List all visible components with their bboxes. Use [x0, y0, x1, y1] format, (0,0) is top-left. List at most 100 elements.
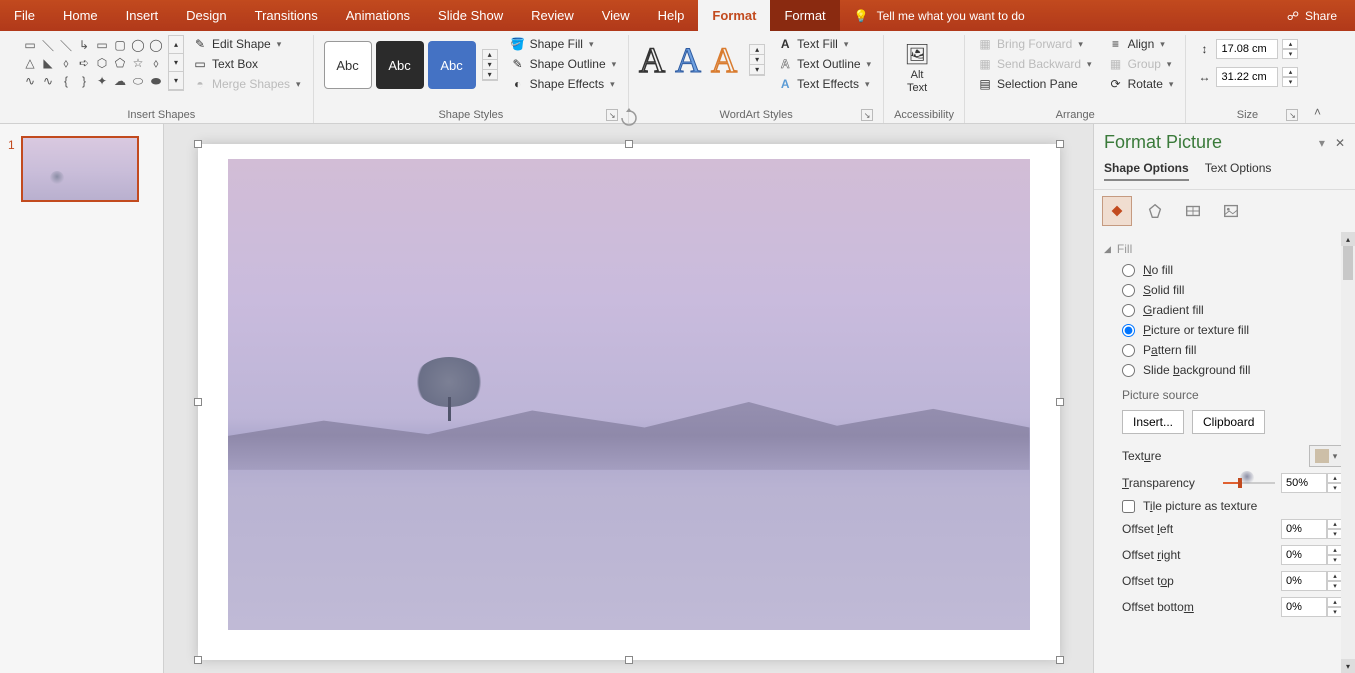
step-down-icon[interactable]: ▾ [1282, 49, 1298, 59]
style-preset-3[interactable]: Abc [428, 41, 476, 89]
tab-home[interactable]: Home [49, 0, 112, 31]
width-input[interactable] [1216, 67, 1278, 87]
shape-fill-button[interactable]: 🪣Shape Fill▾ [508, 35, 619, 53]
resize-handle-tl[interactable] [194, 140, 202, 148]
shape-oval-icon[interactable]: ◯ [130, 37, 146, 53]
share-button[interactable]: ☍ Share [1269, 0, 1355, 31]
tab-slideshow[interactable]: Slide Show [424, 0, 517, 31]
resize-handle-b[interactable] [625, 656, 633, 664]
radio-slide-bg-fill[interactable]: Slide background fill [1104, 360, 1345, 380]
shape-star-icon[interactable]: ☆ [130, 55, 146, 71]
pane-icon-fill[interactable] [1102, 196, 1132, 226]
shape-curve-icon[interactable]: ∿ [22, 73, 38, 89]
shape-more1-icon[interactable]: ◯ [148, 37, 164, 53]
pane-tab-shape-options[interactable]: Shape Options [1104, 161, 1189, 181]
shape-outline-button[interactable]: ✎Shape Outline▾ [508, 55, 619, 73]
style-preset-2[interactable]: Abc [376, 41, 424, 89]
tab-design[interactable]: Design [172, 0, 240, 31]
scroll-down-icon[interactable]: ▾ [483, 60, 497, 70]
resize-handle-tr[interactable] [1056, 140, 1064, 148]
scroll-up-icon[interactable]: ▴ [169, 36, 183, 54]
pane-icon-size[interactable] [1178, 196, 1208, 226]
rotate-button[interactable]: ⟳Rotate▾ [1106, 75, 1176, 93]
tab-format[interactable]: Format [770, 0, 839, 31]
align-button[interactable]: ≡Align▾ [1106, 35, 1176, 53]
tab-view[interactable]: View [588, 0, 644, 31]
height-stepper[interactable]: ▴▾ [1282, 39, 1298, 59]
tab-insert[interactable]: Insert [112, 0, 173, 31]
shape-brace2-icon[interactable]: } [76, 73, 92, 89]
style-preset-1[interactable]: Abc [324, 41, 372, 89]
shape-hex-icon[interactable]: ⬡ [94, 55, 110, 71]
step-down-icon[interactable]: ▾ [1282, 77, 1298, 87]
scroll-up-icon[interactable]: ▴ [750, 45, 764, 55]
shape-rect-icon[interactable]: ▭ [94, 37, 110, 53]
radio-no-fill[interactable]: No fill [1104, 260, 1345, 280]
radio-gradient-fill[interactable]: Gradient fill [1104, 300, 1345, 320]
tab-animations[interactable]: Animations [332, 0, 424, 31]
pane-scrollbar[interactable]: ▴ ▾ [1341, 232, 1355, 673]
offset-left-input[interactable] [1281, 519, 1327, 539]
step-up-icon[interactable]: ▴ [1282, 39, 1298, 49]
offset-top-input[interactable] [1281, 571, 1327, 591]
scroll-down-icon[interactable]: ▾ [169, 54, 183, 72]
radio-pattern-fill[interactable]: Pattern fill [1104, 340, 1345, 360]
gallery-expand-icon[interactable]: ▾ [750, 65, 764, 75]
shape-line2-icon[interactable]: ＼ [58, 37, 74, 53]
shape-curve2-icon[interactable]: ∿ [40, 73, 56, 89]
pane-tab-text-options[interactable]: Text Options [1205, 161, 1272, 181]
gallery-expand-icon[interactable]: ▾ [483, 70, 497, 80]
shapes-gallery[interactable]: ▭ ＼＼ ↳▭ ▢◯◯ △◣ ⬨➪ ⬡⬠ ☆⬨ ∿∿ {} ✦☁ ⬭⬬ ▴▾▾ [20, 35, 184, 91]
transparency-input[interactable] [1281, 473, 1327, 493]
wordart-gallery[interactable]: A A A ▴▾▾ [639, 35, 765, 81]
shapes-gallery-scroll[interactable]: ▴▾▾ [168, 35, 184, 91]
shape-arrow-r-icon[interactable]: ⬨ [58, 55, 74, 71]
shape-roundrect-icon[interactable]: ▢ [112, 37, 128, 53]
shape-effects-button[interactable]: ◐Shape Effects▾ [508, 75, 619, 93]
tab-help[interactable]: Help [644, 0, 699, 31]
pane-icon-effects[interactable] [1140, 196, 1170, 226]
shape-plus-icon[interactable]: ⬨ [148, 55, 164, 71]
scroll-thumb[interactable] [1343, 246, 1353, 280]
shape-triangle-icon[interactable]: △ [22, 55, 38, 71]
gallery-expand-icon[interactable]: ▾ [169, 72, 183, 90]
clipboard-button[interactable]: Clipboard [1192, 410, 1265, 434]
resize-handle-l[interactable] [194, 398, 202, 406]
text-box-button[interactable]: ▭Text Box [190, 55, 303, 73]
wordart-preset-1[interactable]: A [639, 39, 665, 81]
wordart-gallery-scroll[interactable]: ▴▾▾ [749, 44, 765, 76]
radio-solid-fill[interactable]: Solid fill [1104, 280, 1345, 300]
section-fill-header[interactable]: ◢Fill [1104, 238, 1345, 260]
selection-pane-button[interactable]: ▤Selection Pane [975, 75, 1094, 93]
offset-right-input[interactable] [1281, 545, 1327, 565]
height-input[interactable] [1216, 39, 1278, 59]
wordart-preset-2[interactable]: A [675, 39, 701, 81]
tab-format-context[interactable]: Format [698, 0, 770, 31]
radio-picture-fill[interactable]: Picture or texture fill [1104, 320, 1345, 340]
pane-close-icon[interactable]: ✕ [1335, 136, 1345, 150]
shape-line-icon[interactable]: ＼ [40, 37, 56, 53]
shape-cloud-icon[interactable]: ☁ [112, 73, 128, 89]
collapse-ribbon-button[interactable]: ˄ [1308, 35, 1326, 123]
picture-object[interactable] [228, 159, 1030, 630]
slide-thumbnail-1[interactable] [21, 136, 139, 202]
step-up-icon[interactable]: ▴ [1282, 67, 1298, 77]
scroll-up-icon[interactable]: ▴ [483, 50, 497, 60]
texture-picker[interactable]: ▾ [1309, 445, 1343, 467]
resize-handle-t[interactable] [625, 140, 633, 148]
alt-text-button[interactable]: 🖼 Alt Text [894, 35, 940, 101]
styles-gallery-scroll[interactable]: ▴▾▾ [482, 49, 498, 81]
shape-burst-icon[interactable]: ✦ [94, 73, 110, 89]
text-fill-button[interactable]: AText Fill▾ [775, 35, 873, 53]
tile-checkbox[interactable]: Tile picture as texture [1104, 496, 1345, 516]
shape-text-icon[interactable]: ▭ [22, 37, 38, 53]
wordart-preset-3[interactable]: A [711, 39, 737, 81]
scroll-up-icon[interactable]: ▴ [1341, 232, 1355, 246]
resize-handle-br[interactable] [1056, 656, 1064, 664]
tab-review[interactable]: Review [517, 0, 588, 31]
tab-file[interactable]: File [0, 0, 49, 31]
pane-menu-icon[interactable]: ▾ [1319, 136, 1325, 150]
insert-picture-button[interactable]: Insert... [1122, 410, 1184, 434]
shape-callout2-icon[interactable]: ⬬ [148, 73, 164, 89]
shape-arrow-icon[interactable]: ➪ [76, 55, 92, 71]
